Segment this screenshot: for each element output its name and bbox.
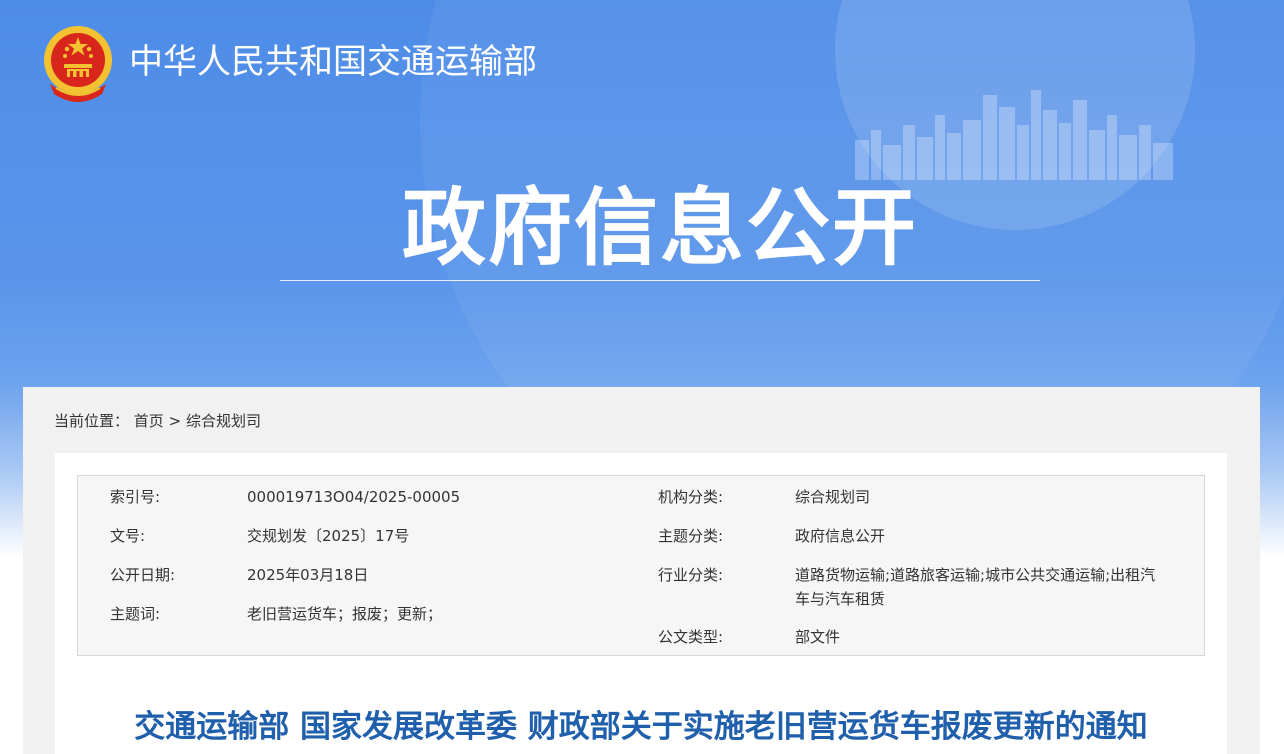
meta-label: 主题词:: [110, 605, 161, 623]
meta-value: 综合规划司: [795, 488, 871, 506]
breadcrumb-home-link[interactable]: 首页: [134, 412, 164, 430]
hero-divider: [280, 280, 1040, 281]
meta-label: 文号:: [110, 527, 146, 545]
meta-label: 公开日期:: [110, 566, 176, 584]
ministry-name[interactable]: 中华人民共和国交通运输部: [129, 40, 537, 84]
meta-value: 交规划发〔2025〕17号: [247, 527, 410, 545]
city-skyline-graphic: [855, 90, 1173, 180]
meta-value: 道路货物运输;道路旅客运输;城市公共交通运输;出租汽车与汽车租赁: [795, 566, 1156, 608]
meta-label: 行业分类:: [658, 566, 724, 584]
meta-label: 机构分类:: [658, 488, 724, 506]
hero-title: 政府信息公开: [401, 179, 918, 277]
breadcrumb: 当前位置： 首页 > 综合规划司: [54, 410, 261, 432]
document-title: 交通运输部 国家发展改革委 财政部关于实施老旧营运货车报废更新的通知: [134, 709, 1148, 745]
meta-label: 主题分类:: [658, 527, 724, 545]
breadcrumb-current-link[interactable]: 综合规划司: [186, 412, 261, 430]
meta-value: 政府信息公开: [795, 527, 886, 545]
meta-label: 公文类型:: [658, 628, 724, 646]
breadcrumb-separator: >: [168, 412, 182, 430]
meta-value: 部文件: [795, 628, 841, 646]
meta-label: 索引号:: [110, 488, 161, 506]
breadcrumb-prefix: 当前位置：: [54, 412, 130, 430]
meta-value: 2025年03月18日: [247, 566, 369, 584]
meta-value: 老旧营运货车；报废；更新；: [247, 605, 443, 623]
meta-value: 000019713O04/2025-00005: [247, 488, 461, 506]
document-metadata-table: 索引号: 000019713O04/2025-00005 文号: 交规划发〔20…: [77, 475, 1205, 656]
national-emblem-icon: [44, 26, 112, 102]
